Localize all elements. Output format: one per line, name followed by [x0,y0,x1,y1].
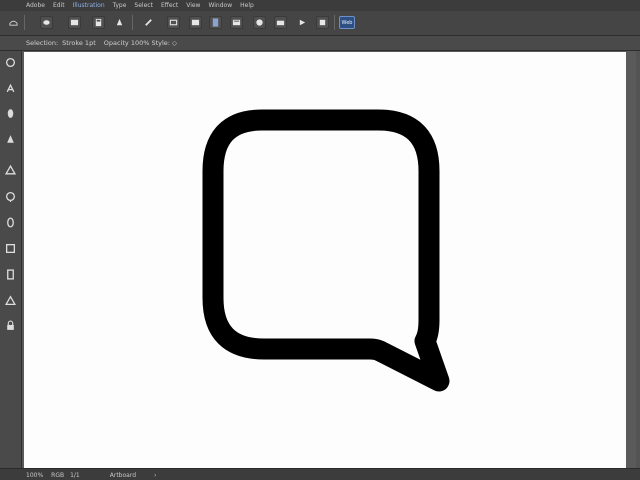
chevron-right-icon[interactable]: › [154,472,156,479]
open-folder-icon[interactable] [68,16,81,29]
document-icon[interactable] [209,16,222,29]
web-icon[interactable]: Web [339,16,355,29]
camera-icon[interactable] [274,16,287,29]
page-indicator: 1/1 [70,471,80,479]
menu-item-adobe[interactable]: Adobe [0,0,49,11]
triangle-tool-icon[interactable] [2,292,18,308]
eyedropper-tool-icon[interactable] [2,266,18,282]
selection-label: Selection: [26,39,59,47]
web-label: Web [341,19,353,26]
color-mode: RGB [51,471,65,479]
color-icon[interactable] [253,16,266,29]
zoom-tool-icon[interactable] [2,188,18,204]
shape-icon[interactable] [189,16,202,29]
lasso-tool-icon[interactable] [2,54,18,70]
pen-icon[interactable] [142,16,155,29]
lock-tool-icon[interactable] [2,317,18,333]
pen-tool-icon[interactable] [2,80,18,96]
opacity-option[interactable]: Opacity 100% Style: ◇ [104,39,177,47]
toolbar-divider [24,15,25,30]
layers-icon[interactable] [230,16,243,29]
print-icon[interactable] [113,16,126,29]
menu-item-window[interactable]: Window [204,0,236,11]
tool-panel [0,51,22,468]
menu-item-select[interactable]: Select [130,0,157,11]
menu-item-type[interactable]: Type [109,0,131,11]
zoom-level[interactable]: 100% [26,472,43,479]
toolbar-divider [132,15,133,30]
menu-item-edit[interactable]: Edit [49,0,69,11]
menu-item-view[interactable]: View [182,0,204,11]
stroke-option[interactable]: Stroke 1pt [62,39,96,47]
app-window: Adobe Edit Illustration Type Select Effe… [0,0,640,480]
speech-bubble-icon[interactable] [24,52,626,468]
toolbar-divider [334,15,335,30]
options-bar: Selection: Stroke 1pt Opacity 100% Style… [0,36,640,51]
toolbar: Web [0,11,640,36]
paint-tool-icon[interactable] [2,131,18,147]
artboard-label: Artboard [109,471,136,479]
menu-item-illustration[interactable]: Illustration [69,0,109,11]
rectangle-icon[interactable] [167,16,180,29]
new-file-icon[interactable] [40,16,53,29]
menu-bar: Adobe Edit Illustration Type Select Effe… [0,0,640,11]
home-icon[interactable] [7,16,20,29]
frame-tool-icon[interactable] [2,240,18,256]
canvas-area [22,51,636,468]
fill-tool-icon[interactable] [2,162,18,178]
rotate-tool-icon[interactable] [2,214,18,230]
artboard[interactable] [24,52,626,468]
arrow-icon[interactable] [296,16,309,29]
save-icon[interactable] [92,16,105,29]
eraser-icon[interactable] [316,16,329,29]
menu-item-help[interactable]: Help [236,0,258,11]
brush-tool-icon[interactable] [2,105,18,121]
menu-item-effect[interactable]: Effect [157,0,182,11]
status-bar: 100% RGB 1/1 Artboard › [0,468,640,480]
